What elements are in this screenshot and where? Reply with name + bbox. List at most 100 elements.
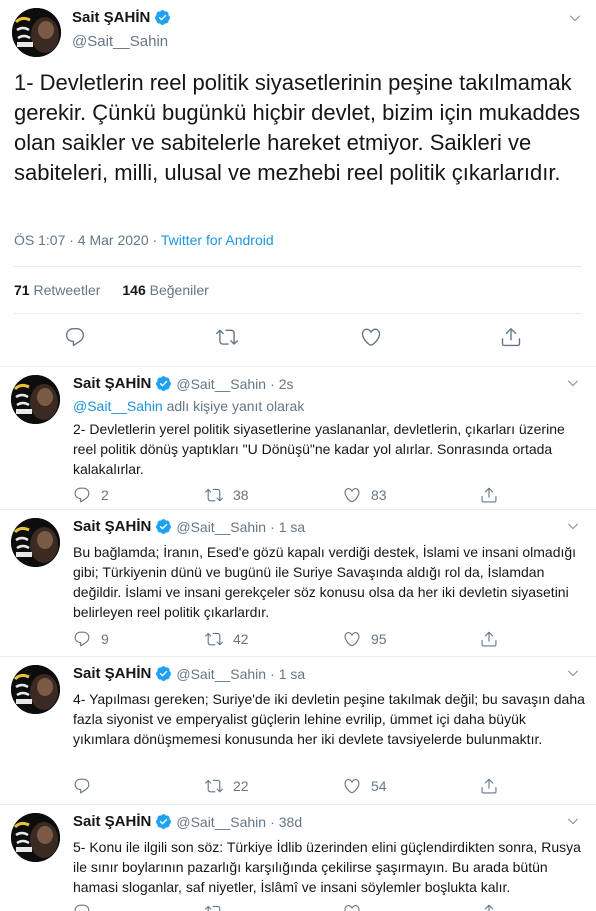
author-handle[interactable]: @Sait__Sahin: [176, 666, 266, 682]
like-icon: [343, 630, 361, 648]
retweet-button[interactable]: [205, 903, 233, 911]
avatar[interactable]: [11, 665, 60, 714]
tweet-time[interactable]: 2s: [279, 376, 294, 392]
verified-icon: [155, 518, 172, 535]
avatar[interactable]: [12, 8, 61, 57]
retweet-icon: [216, 330, 238, 345]
chevron-down-icon[interactable]: [564, 519, 582, 537]
verified-icon: [155, 665, 172, 682]
reply-tweet[interactable]: Sait ŞAHİN @Sait__Sahin · 2s @Sait__Sahi…: [0, 367, 596, 510]
retweets-stat[interactable]: 71 Retweetler: [14, 282, 100, 298]
likes-label: Beğeniler: [149, 282, 209, 298]
retweet-icon: [205, 903, 223, 911]
verified-icon: [155, 813, 172, 830]
replying-to: @Sait__Sahin adlı kişiye yanıt olarak: [73, 398, 304, 414]
reply-tweet[interactable]: Sait ŞAHİN @Sait__Sahin · 1 sa Bu bağlam…: [0, 510, 596, 657]
retweet-icon: [205, 486, 223, 504]
avatar[interactable]: [11, 813, 60, 862]
author-name-text[interactable]: Sait ŞAHİN: [72, 9, 150, 26]
reply-button[interactable]: [64, 326, 94, 356]
share-icon: [480, 486, 498, 504]
avatar[interactable]: [11, 375, 60, 424]
like-button[interactable]: [360, 326, 390, 356]
share-button[interactable]: [500, 326, 530, 356]
like-count: 95: [371, 631, 387, 647]
tweet-time[interactable]: 38d: [279, 814, 302, 830]
retweet-button[interactable]: 38: [205, 486, 249, 504]
retweet-button[interactable]: 22: [205, 777, 249, 795]
tweet-actions: 9 42 95: [73, 630, 573, 650]
reply-count: 2: [101, 487, 109, 503]
author-name[interactable]: Sait ŞAHİN: [73, 665, 151, 682]
tweet-meta: ÖS 1:07 · 4 Mar 2020 · Twitter for Andro…: [14, 232, 274, 248]
share-button[interactable]: [480, 630, 498, 648]
likes-stat[interactable]: 146 Beğeniler: [122, 282, 208, 298]
chevron-down-icon[interactable]: [566, 11, 584, 29]
tweet-time[interactable]: ÖS 1:07 · 4 Mar 2020 ·: [14, 232, 161, 248]
dot-separator: ·: [270, 665, 275, 682]
reply-header: Sait ŞAHİN @Sait__Sahin · 38d: [73, 813, 302, 830]
tweet-text: 4- Yapılması gereken; Suriye'de iki devl…: [73, 691, 585, 747]
like-icon: [343, 777, 361, 795]
author-handle[interactable]: @Sait__Sahin: [176, 376, 266, 392]
chevron-down-icon[interactable]: [564, 814, 582, 832]
reply-header: Sait ŞAHİN @Sait__Sahin · 1 sa: [73, 518, 305, 535]
share-button[interactable]: [480, 903, 498, 911]
tweet-time[interactable]: 1 sa: [279, 666, 305, 682]
like-icon: [362, 328, 380, 345]
author-name[interactable]: Sait ŞAHİN: [73, 375, 151, 392]
reply-icon: [73, 777, 91, 795]
author-name[interactable]: Sait ŞAHİN: [73, 518, 151, 535]
share-button[interactable]: [480, 777, 498, 795]
like-button[interactable]: 54: [343, 777, 387, 795]
retweet-count: 22: [233, 778, 249, 794]
chevron-down-icon[interactable]: [564, 666, 582, 684]
reply-button[interactable]: [73, 777, 101, 795]
share-icon: [502, 328, 520, 346]
like-count: 83: [371, 487, 387, 503]
reply-button[interactable]: 2: [73, 486, 109, 504]
retweet-button[interactable]: 42: [205, 630, 249, 648]
tweet-text: 1- Devletlerin reel politik siyasetlerin…: [14, 70, 581, 185]
tweet-actions: 2 38 83: [73, 486, 573, 506]
author-handle[interactable]: @Sait__Sahin: [176, 814, 266, 830]
like-button[interactable]: 95: [343, 630, 387, 648]
share-button[interactable]: [480, 486, 498, 504]
tweet-text: 5- Konu ile ilgili son söz: Türkiye İdli…: [73, 839, 581, 895]
like-button[interactable]: 83: [343, 486, 387, 504]
reply-button[interactable]: [73, 903, 101, 911]
author-handle[interactable]: @Sait__Sahin: [72, 33, 168, 50]
retweets-count: 71: [14, 282, 30, 298]
reply-tweet[interactable]: Sait ŞAHİN @Sait__Sahin · 38d 5- Konu il…: [0, 805, 596, 911]
author-name[interactable]: Sait ŞAHİN: [73, 813, 151, 830]
like-count: 54: [371, 778, 387, 794]
author-name[interactable]: Sait ŞAHİN: [72, 9, 171, 26]
replying-to-handle[interactable]: @Sait__Sahin: [73, 398, 163, 414]
replying-to-suffix: adlı kişiye yanıt olarak: [162, 398, 305, 414]
reply-tweet[interactable]: Sait ŞAHİN @Sait__Sahin · 1 sa 4- Yapılm…: [0, 657, 596, 805]
reply-icon: [73, 903, 91, 911]
reply-icon: [73, 486, 91, 504]
like-icon: [343, 486, 361, 504]
dot-separator: ·: [270, 518, 275, 535]
chevron-down-icon[interactable]: [564, 376, 582, 394]
verified-icon: [155, 375, 172, 392]
reply-header: Sait ŞAHİN @Sait__Sahin · 2s: [73, 375, 294, 392]
divider: [14, 313, 582, 314]
retweet-count: 42: [233, 631, 249, 647]
avatar[interactable]: [11, 518, 60, 567]
like-button[interactable]: [343, 903, 371, 911]
retweet-button[interactable]: [216, 326, 246, 356]
likes-count: 146: [122, 282, 146, 298]
tweet-text: Bu bağlamda; İranın, Esed'e gözü kapalı …: [73, 544, 577, 620]
share-icon: [480, 777, 498, 795]
tweet-client[interactable]: Twitter for Android: [161, 232, 274, 248]
reply-button[interactable]: 9: [73, 630, 109, 648]
retweet-count: 38: [233, 487, 249, 503]
tweet-time[interactable]: 1 sa: [279, 519, 305, 535]
author-handle[interactable]: @Sait__Sahin: [176, 519, 266, 535]
retweets-label: Retweetler: [33, 282, 101, 298]
share-icon: [480, 903, 498, 911]
share-icon: [480, 630, 498, 648]
retweet-icon: [205, 777, 223, 795]
